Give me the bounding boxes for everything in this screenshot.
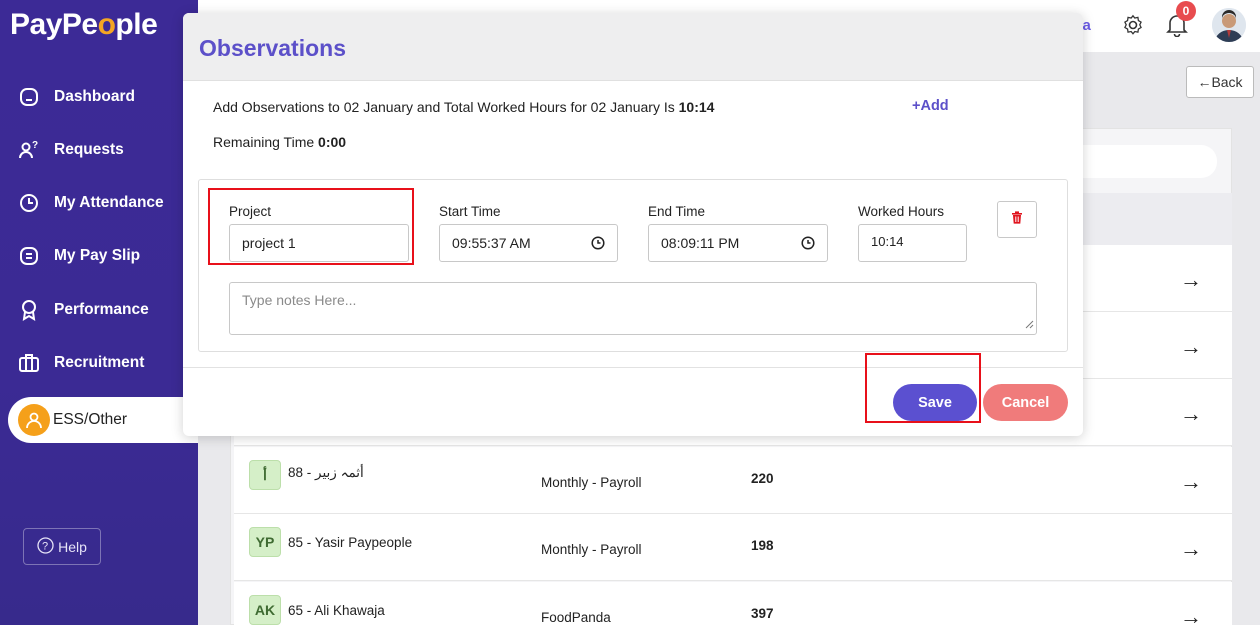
end-time-label: End Time (648, 204, 706, 219)
employee-group: Monthly - Payroll (541, 475, 642, 490)
sidebar-item-label: Recruitment (54, 354, 145, 371)
start-time-label: Start Time (439, 204, 501, 219)
cancel-button[interactable]: Cancel (983, 384, 1068, 421)
employee-name: 85 - Yasir Paypeople (288, 535, 413, 550)
user-icon (18, 404, 50, 436)
gear-icon[interactable] (1122, 14, 1144, 41)
svg-text:?: ? (42, 540, 48, 552)
help-button[interactable]: ? Help (23, 528, 101, 565)
total-worked-hours: 10:14 (678, 99, 715, 115)
sidebar-item-requests[interactable]: ? Requests (0, 127, 198, 173)
arrow-right-icon[interactable]: → (1180, 334, 1202, 360)
add-observation-button[interactable]: +Add (912, 98, 949, 114)
briefcase-icon (18, 352, 40, 374)
employee-value: 397 (751, 606, 774, 621)
arrow-right-icon[interactable]: → (1180, 267, 1202, 293)
svg-text:?: ? (32, 140, 38, 151)
observation-info: Add Observations to 02 January and Total… (213, 99, 715, 115)
delete-button[interactable] (997, 201, 1037, 238)
document-icon (18, 245, 40, 267)
sidebar-item-performance[interactable]: Performance (0, 287, 198, 333)
employee-value: 220 (751, 471, 774, 486)
help-label: Help (58, 538, 87, 555)
sidebar-item-my-pay-slip[interactable]: My Pay Slip (0, 233, 198, 279)
arrow-right-icon[interactable]: → (1180, 401, 1202, 427)
sidebar-item-dashboard[interactable]: Dashboard (0, 74, 198, 120)
user-avatar[interactable] (1212, 8, 1246, 42)
resize-grip-icon[interactable] (1025, 316, 1034, 332)
table-row[interactable]: AK 65 - Ali Khawaja FoodPanda 397 → (234, 582, 1232, 625)
project-highlight-box (208, 188, 414, 265)
sidebar-item-label: My Attendance (54, 194, 164, 211)
arrow-right-icon[interactable]: → (1180, 604, 1202, 625)
sidebar-item-label: Performance (54, 301, 149, 318)
arrow-right-icon[interactable]: → (1180, 536, 1202, 562)
sidebar-item-my-attendance[interactable]: My Attendance (0, 180, 198, 226)
table-row[interactable]: أ 88 - أثمہ زبیر Monthly - Payroll 220 → (234, 447, 1232, 514)
home-icon (18, 86, 40, 108)
worked-hours-field[interactable]: 10:14 (858, 224, 967, 262)
employee-group: FoodPanda (541, 610, 611, 625)
start-time-field[interactable]: 09:55:37 AM (439, 224, 618, 262)
back-arrow-icon: ← (1197, 74, 1212, 90)
award-icon (18, 299, 40, 321)
employee-avatar: AK (249, 595, 281, 625)
paypeople-logo[interactable]: PayPeople (10, 8, 158, 42)
sidebar-item-recruitment[interactable]: Recruitment (0, 340, 198, 386)
help-icon: ? (37, 536, 54, 557)
clock-icon[interactable] (591, 236, 605, 253)
remaining-time-value: 0:00 (318, 134, 347, 150)
arrow-right-icon[interactable]: → (1180, 469, 1202, 495)
notes-textarea[interactable]: Type notes Here... (229, 282, 1037, 335)
modal-title: Observations (199, 35, 346, 61)
table-row[interactable]: YP 85 - Yasir Paypeople Monthly - Payrol… (234, 514, 1232, 581)
sidebar-item-ess-other[interactable]: ESS/Other (8, 397, 198, 443)
employee-avatar: أ (249, 460, 281, 490)
back-button[interactable]: ← Back (1186, 66, 1254, 98)
sidebar-item-label: Requests (54, 141, 124, 158)
save-highlight-box (865, 353, 981, 423)
notification-badge: 0 (1176, 1, 1196, 21)
employee-name: 88 - أثمہ زبیر (288, 465, 364, 480)
request-user-icon: ? (18, 139, 40, 161)
back-label: Back (1211, 74, 1243, 90)
employee-avatar: YP (249, 527, 281, 557)
worked-hours-label: Worked Hours (858, 204, 945, 219)
clock-icon[interactable] (801, 236, 815, 253)
sidebar: PayPeople Dashboard ? Requests My Attend… (0, 0, 198, 625)
remaining-time: Remaining Time 0:00 (213, 134, 347, 150)
sidebar-item-label: Dashboard (54, 88, 135, 105)
trash-icon (1011, 210, 1023, 229)
employee-group: Monthly - Payroll (541, 542, 642, 557)
sidebar-item-label: ESS/Other (53, 411, 128, 428)
sidebar-item-label: My Pay Slip (54, 247, 141, 264)
employee-name: 65 - Ali Khawaja (288, 603, 385, 618)
search-input[interactable] (1060, 145, 1217, 178)
employee-value: 198 (751, 538, 774, 553)
end-time-field[interactable]: 08:09:11 PM (648, 224, 828, 262)
clock-icon (18, 192, 40, 214)
